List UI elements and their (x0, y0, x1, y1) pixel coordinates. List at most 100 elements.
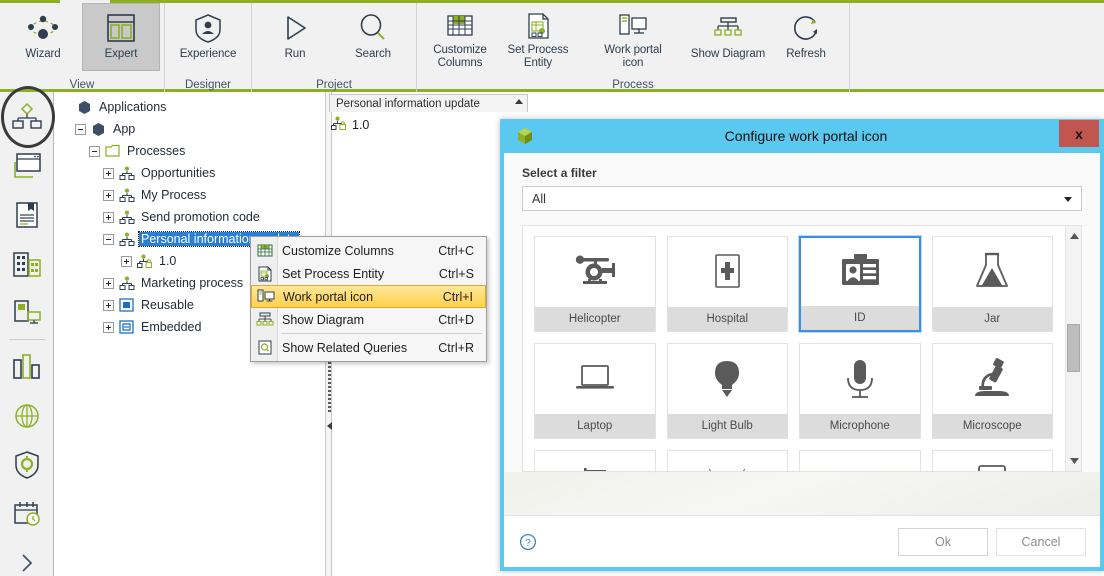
icon-option-label: Jar (932, 307, 1052, 331)
icon-gallery-scrollbar[interactable] (1065, 226, 1081, 471)
context-menu-item-work-portal-icon[interactable]: Work portal icon Ctrl+I (251, 285, 486, 308)
icon-option-hospital[interactable]: Hospital (666, 236, 788, 332)
icon-option-microscope[interactable]: Microscope (931, 343, 1053, 439)
splitter-collapse-arrow-icon[interactable] (327, 422, 332, 430)
ribbon-button-work-portal-icon[interactable]: Work portal icon (577, 3, 689, 71)
process-icon (118, 231, 135, 247)
sidebar-item-security[interactable] (0, 440, 54, 489)
tree-toggle[interactable] (103, 233, 114, 245)
process-icon (118, 187, 135, 203)
icon-option-label: Laptop (535, 414, 655, 438)
ribbon-button-experience[interactable]: Experience (169, 3, 247, 71)
tree-toggle[interactable] (103, 299, 114, 311)
icon-option-label: ID (801, 306, 919, 330)
ribbon-button-expert[interactable]: Expert (82, 3, 160, 71)
ribbon-button-label: Experience (179, 48, 237, 60)
context-menu-item-show-related-queries[interactable]: Show Related Queries Ctrl+R (251, 336, 486, 359)
tree-toggle[interactable] (103, 189, 114, 201)
tree-node-applications[interactable]: Applications (61, 96, 321, 118)
sidebar-item-web-panel[interactable] (0, 141, 54, 190)
context-menu-item-shortcut: Ctrl+R (438, 340, 474, 355)
icon-option-light-bulb[interactable]: Light Bulb (666, 343, 788, 439)
filter-select[interactable]: All (522, 186, 1082, 211)
help-icon[interactable]: ? (518, 532, 538, 552)
tree-node-processes[interactable]: Processes (61, 140, 321, 162)
embedded-icon (118, 319, 135, 335)
icon-grid: Helicopter Hospital ID Jar Laptop Light … (523, 226, 1081, 471)
globe-rail-icon (15, 403, 39, 428)
tree-node-app[interactable]: App (61, 118, 321, 140)
tree-toggle[interactable] (103, 211, 114, 223)
context-menu-item-customize-columns[interactable]: Customize Columns Ctrl+C (251, 239, 486, 262)
context-menu[interactable]: Customize Columns Ctrl+C Set Process Ent… (250, 236, 487, 362)
ribbon-button-run[interactable]: Run (256, 3, 334, 71)
tree-toggle[interactable] (103, 277, 114, 289)
ribbon-button-wizard[interactable]: Wizard (4, 3, 82, 71)
scheduler-rail-icon (14, 501, 40, 526)
icon-option-jar[interactable]: Jar (931, 236, 1053, 332)
ribbon-button-label: Set Process Entity (507, 44, 569, 69)
chevron-down-icon[interactable] (1064, 197, 1072, 202)
icon-option-label: Microscope (932, 414, 1052, 438)
dialog-title-bar[interactable]: Configure work portal icon x (504, 119, 1100, 153)
sidebar-item-buildings[interactable] (0, 239, 54, 288)
scroll-up-icon[interactable] (1066, 228, 1081, 244)
ribbon-button-refresh[interactable]: Refresh (767, 3, 845, 71)
tree-toggle[interactable] (75, 123, 86, 135)
icon-option-laptop[interactable]: Laptop (534, 343, 656, 439)
tree-node-send-promotion-code[interactable]: Send promotion code (61, 206, 321, 228)
sidebar-item-processes[interactable] (0, 92, 54, 141)
tree-toggle[interactable] (61, 102, 72, 113)
tree-node-my-process[interactable]: My Process (61, 184, 321, 206)
editor-tab-personal-information-update[interactable]: Personal information update (329, 94, 528, 112)
icon-option-owl[interactable] (666, 450, 788, 471)
ribbon-button-label: Refresh (786, 48, 826, 60)
scrollbar-thumb[interactable] (1067, 324, 1080, 372)
icon-option-helicopter[interactable]: Helicopter (534, 236, 656, 332)
tree-toggle[interactable] (121, 255, 132, 267)
security-shield-rail-icon (15, 450, 39, 479)
context-menu-item-show-diagram[interactable]: Show Diagram Ctrl+D (251, 308, 486, 331)
ribbon-button-label: Wizard (25, 48, 61, 60)
tree-toggle[interactable] (89, 145, 100, 157)
ribbon-button-customize-columns[interactable]: Customize Columns (421, 3, 499, 71)
tree-node-label: Embedded (141, 320, 202, 334)
sidebar-item-devices[interactable] (0, 288, 54, 337)
sidebar-item-globe[interactable] (0, 391, 54, 440)
ok-button[interactable]: Ok (898, 527, 988, 556)
work-portal-icon (611, 10, 655, 42)
hospital-icon (668, 237, 788, 307)
icon-option-domino[interactable] (931, 450, 1053, 471)
icon-option-flag[interactable] (534, 450, 656, 471)
tree-toggle[interactable] (103, 167, 114, 179)
sidebar-item-scheduler[interactable] (0, 489, 54, 538)
chevron-up-icon[interactable] (515, 99, 523, 104)
ribbon-button-set-process-entity[interactable]: Set Process Entity (499, 3, 577, 71)
tree-toggle[interactable] (103, 321, 114, 333)
tree-node-label: Send promotion code (141, 210, 260, 224)
process-icon (118, 165, 135, 181)
helicopter-icon (535, 237, 655, 307)
context-menu-item-set-process-entity[interactable]: Set Process Entity Ctrl+S (251, 262, 486, 285)
icon-option-pill[interactable] (799, 450, 921, 471)
sidebar-item-chart[interactable] (0, 342, 54, 391)
ribbon-button-label: Customize Columns (433, 44, 487, 69)
icon-option-microphone[interactable]: Microphone (799, 343, 921, 439)
dialog-body: Select a filter All Helicopter Hospital … (504, 153, 1100, 515)
editor-version-row[interactable]: 1.0 (331, 116, 369, 134)
sidebar-item-document[interactable] (0, 190, 54, 239)
context-menu-item-label: Show Related Queries (282, 340, 408, 355)
ribbon-button-search[interactable]: Search (334, 3, 412, 71)
tree-node-label: Reusable (141, 298, 194, 312)
sidebar-item-expand[interactable] (0, 538, 54, 576)
chart-rail-icon (13, 353, 40, 379)
icon-gallery[interactable]: Helicopter Hospital ID Jar Laptop Light … (522, 225, 1082, 472)
close-icon[interactable]: x (1059, 120, 1099, 147)
icon-option-id[interactable]: ID (799, 236, 921, 332)
id-card-icon (801, 238, 919, 306)
tree-node-opportunities[interactable]: Opportunities (61, 162, 321, 184)
ribbon-button-show-diagram[interactable]: Show Diagram (689, 3, 767, 71)
cancel-button[interactable]: Cancel (996, 527, 1086, 556)
splitter-grip[interactable] (328, 354, 331, 412)
scroll-down-icon[interactable] (1066, 453, 1081, 469)
